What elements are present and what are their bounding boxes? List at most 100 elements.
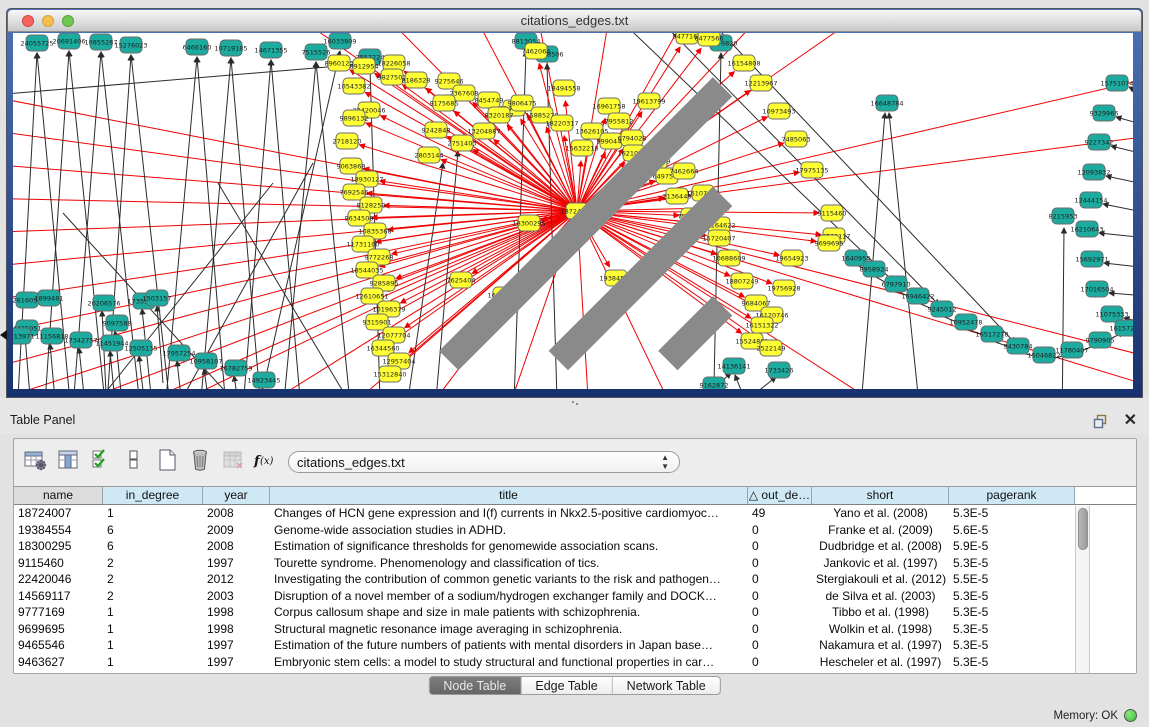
cell-title[interactable]: Changes of HCN gene expression and I(f) … bbox=[270, 505, 748, 522]
cell-out_de[interactable]: 0 bbox=[748, 654, 812, 671]
cell-pagerank[interactable]: 5.3E-5 bbox=[949, 604, 1075, 621]
cell-year[interactable]: 1997 bbox=[203, 637, 270, 654]
cell-short[interactable]: Franke et al. (2009) bbox=[812, 522, 949, 539]
cell-short[interactable]: Yano et al. (2008) bbox=[812, 505, 949, 522]
window-titlebar[interactable]: citations_edges.txt bbox=[8, 10, 1141, 32]
table-row[interactable]: 946554611997Estimation of the future num… bbox=[14, 637, 1136, 654]
table-settings-button[interactable] bbox=[20, 448, 50, 478]
cell-name[interactable]: 14569117 bbox=[14, 588, 103, 605]
show-columns-button[interactable] bbox=[53, 448, 83, 478]
close-panel-button[interactable]: ✕ bbox=[1124, 410, 1137, 430]
cell-in_degree[interactable]: 6 bbox=[103, 538, 203, 555]
cell-short[interactable]: Nakamura et al. (1997) bbox=[812, 637, 949, 654]
scrollbar-thumb[interactable] bbox=[1078, 508, 1088, 550]
cell-in_degree[interactable]: 1 bbox=[103, 604, 203, 621]
cell-name[interactable]: 18724007 bbox=[14, 505, 103, 522]
cell-in_degree[interactable]: 2 bbox=[103, 588, 203, 605]
cell-name[interactable]: 19384554 bbox=[14, 522, 103, 539]
table-row[interactable]: 977716911998Corpus callosum shape and si… bbox=[14, 604, 1136, 621]
cell-title[interactable]: Genome-wide association studies in ADHD. bbox=[270, 522, 748, 539]
cell-out_de[interactable]: 0 bbox=[748, 637, 812, 654]
cell-in_degree[interactable]: 1 bbox=[103, 505, 203, 522]
cell-year[interactable]: 2008 bbox=[203, 505, 270, 522]
cell-year[interactable]: 1997 bbox=[203, 654, 270, 671]
column-header-short[interactable]: short bbox=[812, 487, 949, 504]
table-vertical-scrollbar[interactable] bbox=[1075, 506, 1090, 673]
column-header-pagerank[interactable]: pagerank bbox=[949, 487, 1075, 504]
cell-year[interactable]: 2009 bbox=[203, 522, 270, 539]
cell-year[interactable]: 2008 bbox=[203, 538, 270, 555]
cell-pagerank[interactable]: 5.3E-5 bbox=[949, 654, 1075, 671]
cell-in_degree[interactable]: 2 bbox=[103, 571, 203, 588]
cell-name[interactable]: 9463627 bbox=[14, 654, 103, 671]
network-canvas[interactable]: 2405572520691406108552871527602364661601… bbox=[13, 33, 1133, 389]
resize-grip[interactable] bbox=[12, 32, 1132, 388]
column-header-out_de[interactable]: △ out_de… bbox=[748, 487, 812, 504]
cell-title[interactable]: Embryonic stem cells: a model to study s… bbox=[270, 654, 748, 671]
cell-pagerank[interactable]: 5.3E-5 bbox=[949, 637, 1075, 654]
cell-pagerank[interactable]: 5.3E-5 bbox=[949, 555, 1075, 572]
table-row[interactable]: 1938455462009Genome-wide association stu… bbox=[14, 522, 1136, 539]
function-builder-button[interactable]: f(x) bbox=[251, 448, 281, 478]
table-row[interactable]: 946362711997Embryonic stem cells: a mode… bbox=[14, 654, 1136, 671]
cell-title[interactable]: Disruption of a novel member of a sodium… bbox=[270, 588, 748, 605]
cell-pagerank[interactable]: 5.3E-5 bbox=[949, 621, 1075, 638]
cell-in_degree[interactable]: 1 bbox=[103, 621, 203, 638]
row-height-button[interactable] bbox=[119, 448, 149, 478]
cell-name[interactable]: 18300295 bbox=[14, 538, 103, 555]
cell-title[interactable]: Estimation of significance thresholds fo… bbox=[270, 538, 748, 555]
cell-short[interactable]: Tibbo et al. (1998) bbox=[812, 604, 949, 621]
cell-out_de[interactable]: 0 bbox=[748, 571, 812, 588]
cell-pagerank[interactable]: 5.3E-5 bbox=[949, 588, 1075, 605]
column-header-title[interactable]: title bbox=[270, 487, 748, 504]
cell-short[interactable]: Hescheler et al. (1997) bbox=[812, 654, 949, 671]
cell-year[interactable]: 1997 bbox=[203, 555, 270, 572]
panel-splitter[interactable] bbox=[0, 398, 1149, 408]
cell-short[interactable]: Jankovic et al. (1997) bbox=[812, 555, 949, 572]
column-header-name[interactable]: name bbox=[14, 487, 103, 504]
cell-name[interactable]: 9777169 bbox=[14, 604, 103, 621]
column-header-year[interactable]: year bbox=[203, 487, 270, 504]
cell-out_de[interactable]: 0 bbox=[748, 604, 812, 621]
cell-out_de[interactable]: 0 bbox=[748, 621, 812, 638]
cell-name[interactable]: 22420046 bbox=[14, 571, 103, 588]
delete-column-button[interactable] bbox=[185, 448, 215, 478]
cell-name[interactable]: 9465546 bbox=[14, 637, 103, 654]
cell-pagerank[interactable]: 5.3E-5 bbox=[949, 505, 1075, 522]
new-column-button[interactable] bbox=[152, 448, 182, 478]
cell-year[interactable]: 1998 bbox=[203, 621, 270, 638]
cell-title[interactable]: Estimation of the future numbers of pati… bbox=[270, 637, 748, 654]
column-header-in_degree[interactable]: in_degree bbox=[103, 487, 203, 504]
cell-short[interactable]: de Silva et al. (2003) bbox=[812, 588, 949, 605]
cell-title[interactable]: Corpus callosum shape and size in male p… bbox=[270, 604, 748, 621]
memory-status[interactable]: Memory: OK bbox=[1053, 709, 1137, 722]
cell-in_degree[interactable]: 1 bbox=[103, 654, 203, 671]
tab-edge-table[interactable]: Edge Table bbox=[520, 677, 611, 694]
cell-year[interactable]: 2003 bbox=[203, 588, 270, 605]
cell-out_de[interactable]: 0 bbox=[748, 538, 812, 555]
tab-network-table[interactable]: Network Table bbox=[612, 677, 720, 694]
cell-title[interactable]: Structural magnetic resonance image aver… bbox=[270, 621, 748, 638]
cell-year[interactable]: 2012 bbox=[203, 571, 270, 588]
cell-name[interactable]: 9699695 bbox=[14, 621, 103, 638]
table-row[interactable]: 1872400712008Changes of HCN gene express… bbox=[14, 505, 1136, 522]
table-row[interactable]: 969969511998Structural magnetic resonanc… bbox=[14, 621, 1136, 638]
cell-in_degree[interactable]: 2 bbox=[103, 555, 203, 572]
cell-in_degree[interactable]: 6 bbox=[103, 522, 203, 539]
cell-out_de[interactable]: 0 bbox=[748, 555, 812, 572]
cell-short[interactable]: Dudbridge et al. (2008) bbox=[812, 538, 949, 555]
tab-node-table[interactable]: Node Table bbox=[429, 677, 520, 694]
float-panel-button[interactable] bbox=[1091, 412, 1109, 430]
cell-pagerank[interactable]: 5.5E-5 bbox=[949, 571, 1075, 588]
cell-title[interactable]: Tourette syndrome. Phenomenology and cla… bbox=[270, 555, 748, 572]
table-row[interactable]: 1830029562008Estimation of significance … bbox=[14, 538, 1136, 555]
cell-short[interactable]: Wolkin et al. (1998) bbox=[812, 621, 949, 638]
cell-pagerank[interactable]: 5.9E-5 bbox=[949, 538, 1075, 555]
cell-out_de[interactable]: 0 bbox=[748, 588, 812, 605]
table-row[interactable]: 2242004622012Investigating the contribut… bbox=[14, 571, 1136, 588]
cell-year[interactable]: 1998 bbox=[203, 604, 270, 621]
table-row[interactable]: 1456911722003Disruption of a novel membe… bbox=[14, 588, 1136, 605]
network-table-select[interactable]: citations_edges.txt ▲▼ bbox=[288, 451, 680, 473]
select-attributes-button[interactable] bbox=[86, 448, 116, 478]
cell-out_de[interactable]: 0 bbox=[748, 522, 812, 539]
